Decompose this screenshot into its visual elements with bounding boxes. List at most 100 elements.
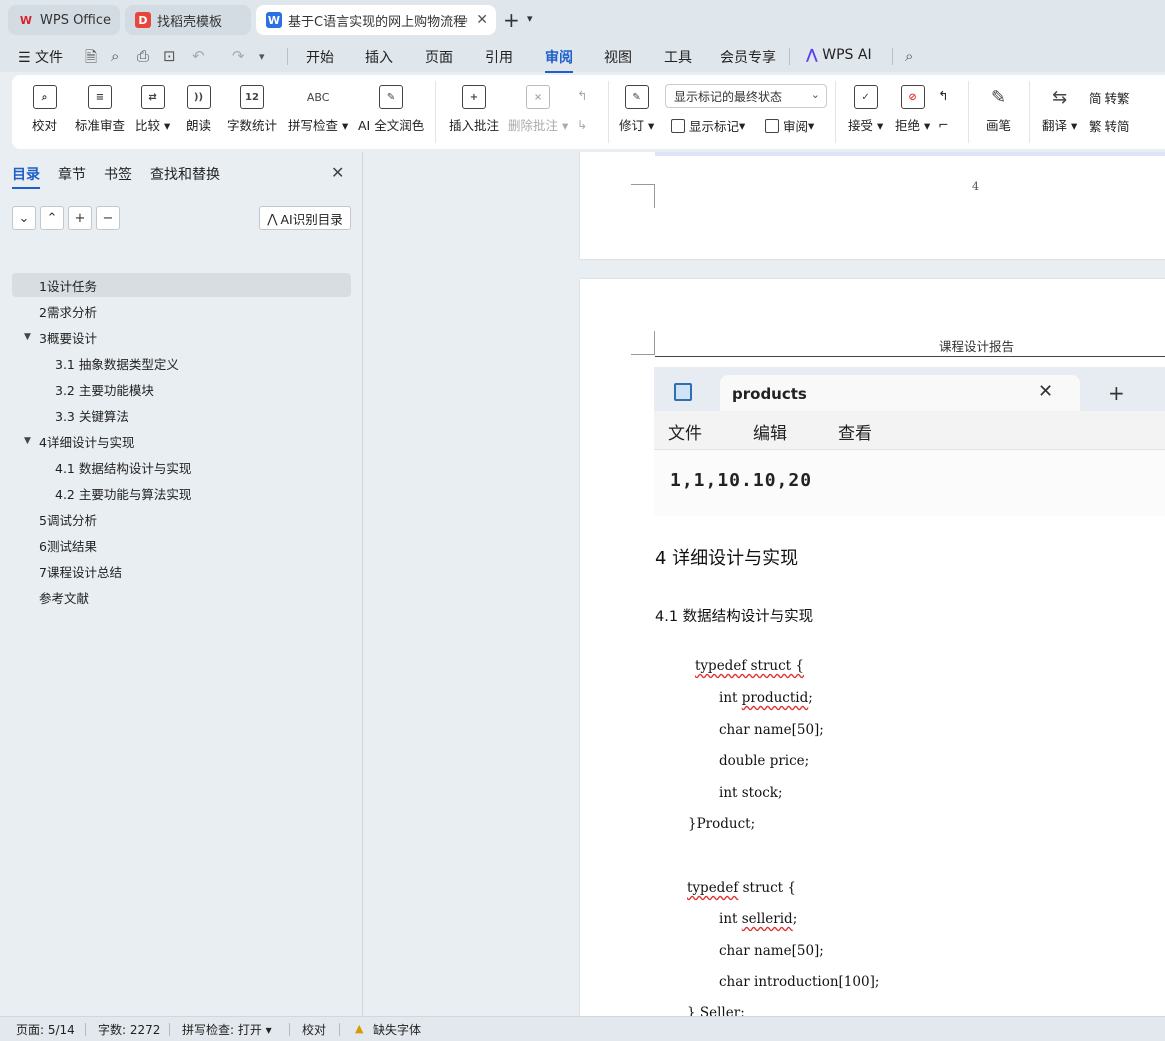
toc-item[interactable]: 参考文献 [12, 585, 351, 609]
toc-item[interactable]: ▼ 4详细设计与实现 [12, 429, 351, 453]
print-icon[interactable]: ⎙ [137, 47, 149, 65]
next-change-icon[interactable]: ⌐ [938, 117, 948, 132]
missing-font-status[interactable]: 缺失字体 [373, 1021, 421, 1038]
expand-down-button[interactable]: ⌄ [12, 206, 36, 230]
review-pane-button[interactable]: 审阅 ▾ [765, 116, 814, 135]
remove-heading-button[interactable]: − [96, 206, 120, 230]
proofread-button[interactable]: ⌕ 校对 [32, 75, 57, 149]
previous-comment-icon[interactable]: ↰ [577, 88, 587, 103]
menu-reference[interactable]: 引用 [485, 47, 513, 67]
previous-change-icon[interactable]: ↰ [938, 88, 948, 103]
close-tab-icon[interactable]: ✕ [476, 12, 488, 28]
reject-button[interactable]: ⊘ 拒绝 ▾ [895, 75, 930, 149]
menu-wps-ai[interactable]: ⋀ WPS AI [806, 47, 872, 63]
toc-item[interactable]: 6测试结果 [12, 533, 351, 557]
tab-toc[interactable]: 目录 [12, 164, 40, 189]
markup-state-select[interactable]: 显示标记的最终状态 ⌄ [665, 84, 827, 108]
toc-item[interactable]: 1设计任务 [12, 273, 351, 297]
accept-button[interactable]: ✓ 接受 ▾ [848, 75, 883, 149]
save-icon[interactable]: 🗎 [85, 47, 97, 72]
format-painter-icon[interactable]: ⌕ [111, 47, 119, 65]
tab-label: WPS Office [40, 12, 112, 28]
ai-polish-button[interactable]: ✎ AI 全文润色 [358, 75, 424, 149]
close-icon[interactable]: ✕ [331, 163, 344, 182]
menu-review[interactable]: 审阅 [545, 47, 573, 73]
to-simplified-button[interactable]: 繁转简 [1089, 116, 1130, 135]
ribbon-separator [1029, 81, 1030, 143]
track-changes-button[interactable]: ✎ 修订 ▾ [619, 75, 654, 149]
word-count-icon: 12 [240, 85, 264, 109]
tab-find-replace[interactable]: 查找和替换 [150, 164, 220, 184]
pen-button[interactable]: ✎ 画笔 [986, 75, 1011, 149]
menu-member[interactable]: 会员专享 [720, 47, 776, 67]
chevron-down-icon: ⌄ [810, 88, 820, 101]
spell-check-status[interactable]: 拼写检查: 打开 ▾ [182, 1021, 272, 1038]
print-preview-icon[interactable]: ⊡ [163, 47, 176, 65]
menu-home[interactable]: 开始 [306, 47, 334, 67]
chevron-up-icon: ⌃ [46, 210, 58, 226]
compare-button[interactable]: ⇄ 比较 ▾ [135, 75, 170, 149]
to-traditional-button[interactable]: 简转繁 [1089, 88, 1130, 107]
menu-page[interactable]: 页面 [425, 47, 453, 67]
toc-item[interactable]: 3.1 抽象数据类型定义 [12, 351, 351, 375]
expand-triangle-icon[interactable]: ▼ [24, 436, 31, 446]
tab-wps-office[interactable]: W WPS Office [8, 5, 120, 35]
tab-sections[interactable]: 章节 [58, 164, 86, 184]
notepad-tab-title: products [732, 385, 807, 403]
button-label: 显示标记 [689, 119, 740, 134]
toc-item[interactable]: 4.1 数据结构设计与实现 [12, 455, 351, 479]
file-menu[interactable]: ☰ 文件 [18, 47, 63, 67]
search-icon[interactable]: ⌕ [905, 47, 913, 65]
toc-item[interactable]: 5调试分析 [12, 507, 351, 531]
show-markup-icon [671, 118, 685, 133]
tab-bookmarks[interactable]: 书签 [104, 164, 132, 184]
monitor-icon[interactable]: ▭ [458, 13, 468, 26]
insert-comment-button[interactable]: + 插入批注 [449, 75, 499, 149]
ai-recognize-toc-button[interactable]: ⋀ AI识别目录 [259, 206, 351, 230]
previous-page[interactable]: 4 [580, 152, 1165, 259]
menu-tools[interactable]: 工具 [664, 47, 692, 67]
menu-insert[interactable]: 插入 [365, 47, 393, 67]
wps-ai-label: WPS AI [822, 47, 872, 63]
read-aloud-button[interactable]: )) 朗读 [186, 75, 211, 149]
traditional-icon: 简 [1089, 91, 1102, 106]
tab-docer-templates[interactable]: D 找稻壳模板 [125, 5, 251, 35]
button-label: 校对 [32, 118, 58, 133]
spell-check-label: 拼写检查: 打开 [182, 1023, 262, 1037]
toc-item[interactable]: 2需求分析 [12, 299, 351, 323]
spell-check-icon: ABC [306, 90, 330, 104]
separator [289, 1023, 290, 1036]
margin-corner-mark [631, 331, 655, 355]
button-label: 比较 ▾ [135, 118, 171, 133]
expand-triangle-icon[interactable]: ▼ [24, 332, 31, 342]
menu-view[interactable]: 视图 [604, 47, 632, 67]
toc-item[interactable]: ▼ 3概要设计 [12, 325, 351, 349]
translate-button[interactable]: ⇆ 翻译 ▾ [1042, 75, 1077, 149]
word-count-indicator[interactable]: 字数: 2272 [98, 1021, 160, 1038]
more-chevron-icon[interactable]: ▾ [259, 50, 265, 63]
current-page[interactable]: 课程设计报告 products ✕ + 文件 编辑 查看 1,1,10.10,2… [580, 279, 1165, 1016]
wps-logo-icon: W [19, 13, 33, 27]
word-count-button[interactable]: 12 字数统计 [227, 75, 277, 149]
document-area[interactable]: 4 课程设计报告 products ✕ + 文件 编辑 查看 1,1,10.10… [364, 152, 1165, 1016]
toc-item[interactable]: 7课程设计总结 [12, 559, 351, 583]
collapse-up-button[interactable]: ⌃ [40, 206, 64, 230]
menu-bar: ☰ 文件 🗎 ⌕ ⎙ ⊡ ↶ ↷ ▾ 开始 插入 页面 引用 审阅 视图 工具 … [0, 40, 1165, 73]
page-indicator[interactable]: 页面: 5/14 [16, 1021, 75, 1038]
toc-label: 参考文献 [39, 590, 90, 606]
standard-review-button[interactable]: ≡ 标准审查 [75, 75, 125, 149]
proofread-status[interactable]: 校对 [302, 1021, 326, 1038]
toc-item[interactable]: 3.3 关键算法 [12, 403, 351, 427]
new-tab-icon[interactable]: + [503, 8, 520, 32]
delete-comment-button[interactable]: × 删除批注 ▾ [508, 75, 568, 149]
next-comment-icon[interactable]: ↳ [577, 117, 587, 132]
toc-item[interactable]: 3.2 主要功能模块 [12, 377, 351, 401]
undo-icon[interactable]: ↶ [192, 47, 205, 65]
tab-current-document[interactable]: W 基于C语言实现的网上购物流程 ▭ ✕ [256, 5, 496, 35]
spell-check-button[interactable]: ABC 拼写检查 ▾ [288, 75, 348, 149]
add-heading-button[interactable]: + [68, 206, 92, 230]
show-markup-button[interactable]: 显示标记 ▾ [671, 116, 745, 135]
redo-icon[interactable]: ↷ [232, 47, 245, 65]
chevron-down-icon[interactable]: ▾ [527, 12, 533, 25]
toc-item[interactable]: 4.2 主要功能与算法实现 [12, 481, 351, 505]
